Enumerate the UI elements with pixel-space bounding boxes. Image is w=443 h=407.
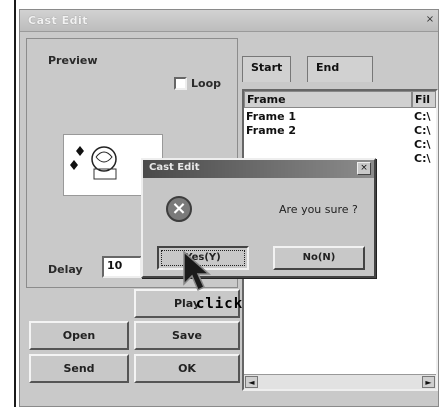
window-title: Cast Edit (28, 14, 89, 27)
frame-cell[interactable]: Frame 1 (246, 110, 296, 124)
loop-checkbox[interactable] (174, 77, 187, 90)
horizontal-scrollbar[interactable]: ◄ ► (244, 374, 436, 389)
dialog-close-icon[interactable]: × (357, 162, 371, 175)
file-column-header[interactable]: Fil (412, 91, 436, 108)
file-cell: C:\ (414, 138, 431, 151)
no-button[interactable]: No(N) (273, 246, 365, 270)
ok-button[interactable]: OK (134, 354, 240, 383)
save-button[interactable]: Save (134, 321, 240, 350)
dialog-title: Cast Edit (149, 162, 200, 173)
confirm-dialog: Cast Edit × × Are you sure ? Yes(Y) No(N… (141, 158, 376, 278)
scroll-right-icon[interactable]: ► (422, 376, 435, 388)
scroll-left-icon[interactable]: ◄ (245, 376, 258, 388)
frame-cell[interactable]: Frame 2 (246, 124, 296, 138)
tab-end[interactable]: End (307, 56, 373, 82)
file-cell: C:\ (414, 152, 431, 165)
open-button[interactable]: Open (29, 321, 129, 350)
delay-label: Delay (48, 263, 83, 276)
preview-heading: Preview (48, 54, 98, 67)
send-button[interactable]: Send (29, 354, 129, 383)
loop-label: Loop (191, 77, 221, 90)
dialog-title-bar[interactable]: Cast Edit × (143, 160, 374, 178)
dialog-message: Are you sure ? (279, 203, 358, 216)
error-icon: × (166, 196, 192, 222)
delay-input[interactable]: 10 (102, 256, 142, 278)
frame-column-header[interactable]: Frame (244, 91, 412, 108)
cast-edit-window: Cast Edit × Preview Loop Delay 10 Play O… (19, 9, 439, 407)
left-border-line (14, 0, 16, 407)
file-cell: C:\ (414, 110, 431, 123)
click-annotation: click (196, 296, 244, 312)
file-cell: C:\ (414, 124, 431, 137)
close-icon[interactable]: × (424, 12, 436, 28)
tab-start[interactable]: Start (242, 56, 292, 82)
title-bar[interactable]: Cast Edit × (20, 10, 438, 32)
mouse-cursor-icon (183, 250, 211, 292)
